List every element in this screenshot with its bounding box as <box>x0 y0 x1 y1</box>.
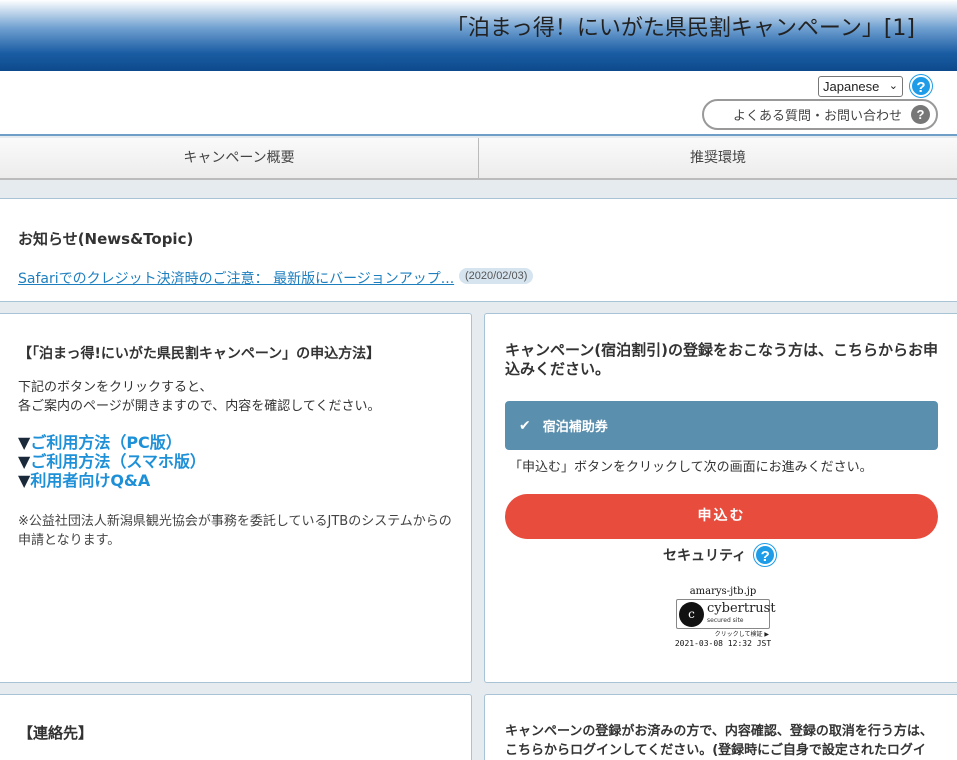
security-info: セキュリティ ? <box>663 544 777 566</box>
registration-panel: キャンペーン(宿泊割引)の登録をおこなう方は、こちらからお申込みください。 ✔ … <box>484 313 957 683</box>
seal-domain: amarys-jtb.jp <box>689 586 757 597</box>
apply-method-panel: 【「泊まっ得!にいがた県民割キャンペーン」の申込方法】 下記のボタンをクリックす… <box>0 313 472 683</box>
apply-button[interactable]: 申込む <box>505 494 938 539</box>
triangle-down-icon: ▼ <box>18 452 31 471</box>
tab-recommended-environment[interactable]: 推奨環境 <box>478 138 957 178</box>
page-title: 「泊まっ得！にいがた県民割キャンペーン」[1] <box>445 16 915 41</box>
page-header: 「泊まっ得！にいがた県民割キャンペーン」[1] <box>0 0 957 71</box>
news-item-date: (2020/02/03) <box>459 268 534 284</box>
seal-brand: cybertrust <box>707 601 776 616</box>
faq-label: よくある質問・お問い合わせ <box>732 109 902 124</box>
seal-timestamp: 2021-03-08 12:32 JST <box>674 639 772 648</box>
apply-method-heading: 【「泊まっ得!にいがた県民割キャンペーン」の申込方法】 <box>18 346 381 362</box>
security-label: セキュリティ <box>663 548 747 564</box>
cybertrust-seal[interactable]: amarys-jtb.jp c cybertrust secured site … <box>673 586 776 648</box>
registration-hint: 「申込む」ボタンをクリックして次の画面にお進みください。 <box>509 460 873 475</box>
news-panel: お知らせ(News&Topic) Safariでのクレジット決済時のご注意： 最… <box>0 198 957 302</box>
seal-subtitle: secured site <box>707 617 744 624</box>
guide-link-label: ご利用方法（PC版） <box>30 433 182 452</box>
seal-verify-text: クリックして検証 ▶ <box>714 631 769 638</box>
contact-panel: 【連絡先】 <box>0 694 472 760</box>
contact-title: 【連絡先】 <box>18 724 94 742</box>
guide-links: ▼ご利用方法（PC版） ▼ご利用方法（スマホ版） ▼利用者向けQ&A <box>18 433 206 490</box>
guide-link-faq[interactable]: ▼利用者向けQ&A <box>18 471 206 490</box>
faq-contact-button[interactable]: よくある質問・お問い合わせ ? <box>702 99 938 130</box>
tab-campaign-overview[interactable]: キャンペーン概要 <box>0 138 478 178</box>
help-icon[interactable]: ? <box>754 544 777 566</box>
check-icon: ✔ <box>519 417 531 434</box>
nav-tabs: キャンペーン概要 推奨環境 <box>0 138 957 180</box>
apply-method-description: 下記のボタンをクリックすると、 各ご案内のページが開きますので、内容を確認してく… <box>18 378 458 416</box>
triangle-down-icon: ▼ <box>18 471 31 490</box>
chevron-down-icon: ⌄ <box>888 80 898 92</box>
news-item-link[interactable]: Safariでのクレジット決済時のご注意： 最新版にバージョンアップ... <box>18 268 454 288</box>
question-icon: ? <box>911 105 930 124</box>
triangle-down-icon: ▼ <box>18 433 31 452</box>
guide-link-label: 利用者向けQ&A <box>30 471 151 490</box>
guide-link-label: ご利用方法（スマホ版） <box>30 452 206 471</box>
registration-heading: キャンペーン(宿泊割引)の登録をおこなう方は、こちらからお申込みください。 <box>505 341 938 378</box>
help-icon[interactable]: ? <box>910 75 932 97</box>
option-accommodation-voucher[interactable]: ✔ 宿泊補助券 <box>505 401 938 450</box>
description-line: 下記のボタンをクリックすると、 <box>18 380 213 395</box>
language-select[interactable]: Japanese ⌄ <box>818 76 903 97</box>
seal-badge: c cybertrust secured site <box>676 599 776 629</box>
login-description: キャンペーンの登録がお済みの方で、内容確認、登録の取消を行う方は、こちらからログ… <box>505 724 933 758</box>
top-bar: Japanese ⌄ ? よくある質問・お問い合わせ ? <box>0 71 957 136</box>
login-panel: キャンペーンの登録がお済みの方で、内容確認、登録の取消を行う方は、こちらからログ… <box>484 694 957 760</box>
language-value: Japanese <box>823 79 880 94</box>
option-label: 宿泊補助券 <box>542 420 608 435</box>
guide-link-pc[interactable]: ▼ご利用方法（PC版） <box>18 433 206 452</box>
description-line: 各ご案内のページが開きますので、内容を確認してください。 <box>18 399 381 414</box>
apply-method-note: ※公益社団法人新潟県観光協会が事務を委託しているJTBのシステムからの申請となり… <box>18 514 452 548</box>
guide-link-smartphone[interactable]: ▼ご利用方法（スマホ版） <box>18 452 206 471</box>
cybertrust-logo-icon: c <box>679 602 704 627</box>
news-title: お知らせ(News&Topic) <box>18 230 194 248</box>
